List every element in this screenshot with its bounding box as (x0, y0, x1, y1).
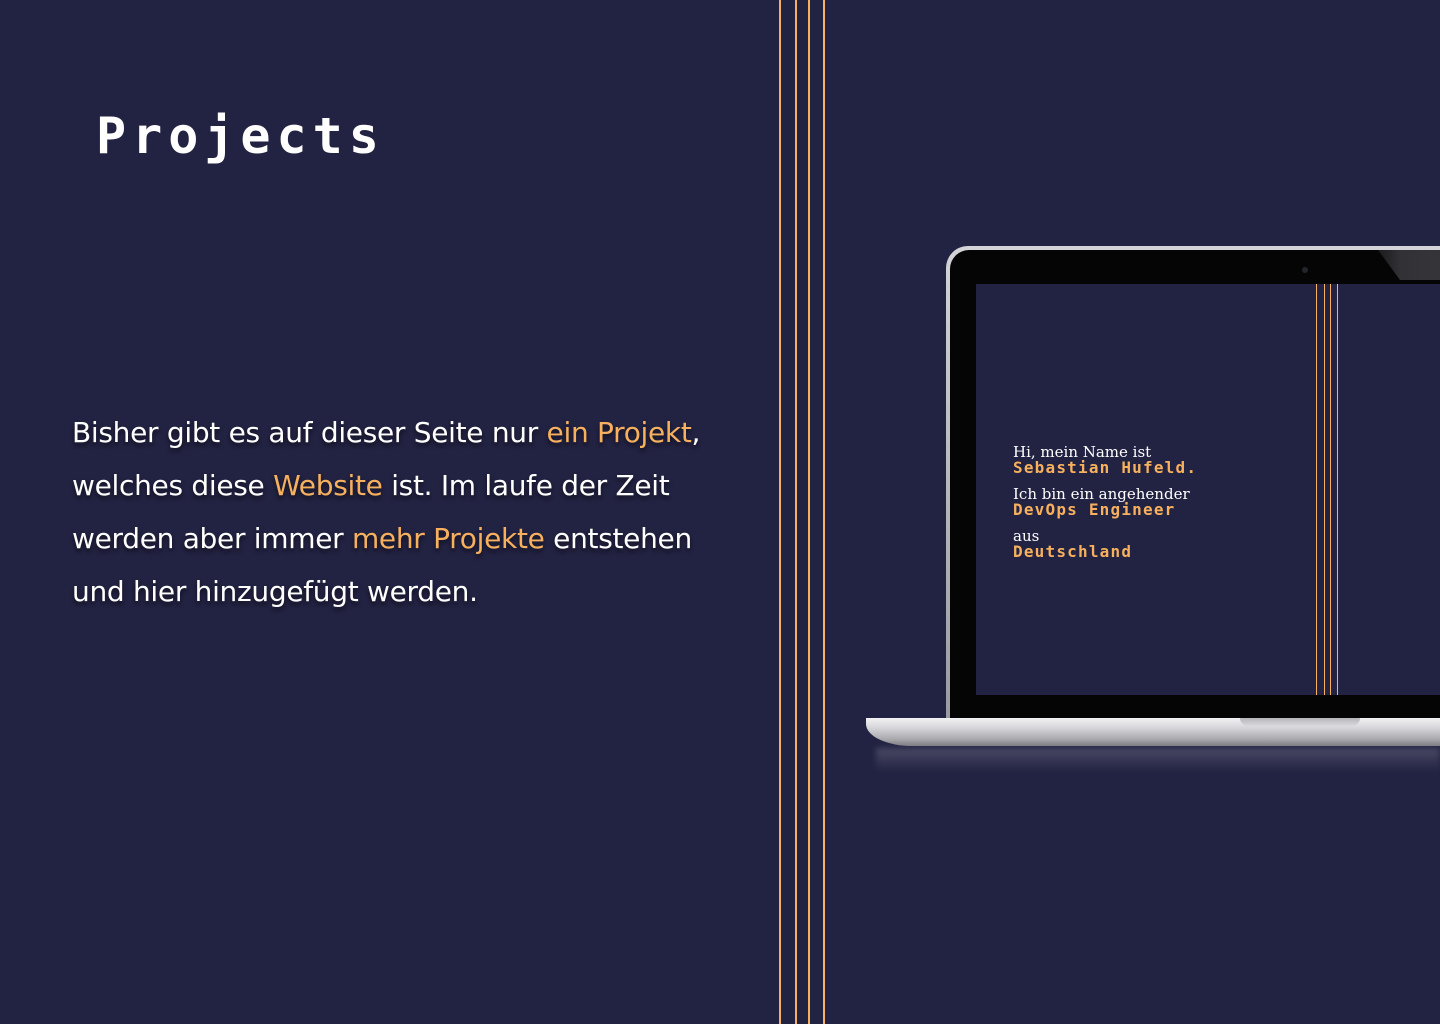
screen-stripe (1316, 284, 1317, 695)
bezel-shine (1378, 250, 1440, 280)
intro-segment: Bisher gibt es auf dieser Seite nur (72, 416, 547, 449)
screen-stripe (1330, 284, 1331, 695)
origin-value: Deutschland (1013, 542, 1133, 561)
decorative-stripe (808, 0, 810, 1024)
screen-intro: Hi, mein Name ist Sebastian Hufeld. Ich … (1013, 444, 1313, 570)
camera-icon (1302, 267, 1308, 273)
projects-page: Projects Bisher gibt es auf dieser Seite… (0, 0, 1440, 1024)
intro-highlight-more-projects: mehr Projekte (351, 522, 545, 555)
intro-highlight-website: Website (273, 469, 383, 502)
laptop-reflection (876, 748, 1440, 772)
projects-intro-text: Bisher gibt es auf dieser Seite nur ein … (72, 406, 752, 618)
laptop-screen: Hi, mein Name ist Sebastian Hufeld. Ich … (976, 284, 1440, 695)
laptop-lid: Hi, mein Name ist Sebastian Hufeld. Ich … (946, 246, 1440, 720)
decorative-stripe (823, 0, 825, 1024)
role-value: DevOps Engineer (1013, 500, 1176, 519)
intro-highlight-project: ein Projekt (546, 416, 692, 449)
screen-stripe (1324, 284, 1325, 695)
laptop-notch (1240, 718, 1360, 726)
project-laptop-preview[interactable]: Hi, mein Name ist Sebastian Hufeld. Ich … (866, 246, 1440, 786)
laptop-bezel: Hi, mein Name ist Sebastian Hufeld. Ich … (950, 250, 1440, 720)
decorative-stripe (779, 0, 781, 1024)
screen-stripe (1337, 284, 1338, 695)
laptop-base (866, 718, 1440, 746)
name-value: Sebastian Hufeld. (1013, 458, 1198, 477)
decorative-stripe (795, 0, 797, 1024)
page-title: Projects (96, 107, 385, 165)
